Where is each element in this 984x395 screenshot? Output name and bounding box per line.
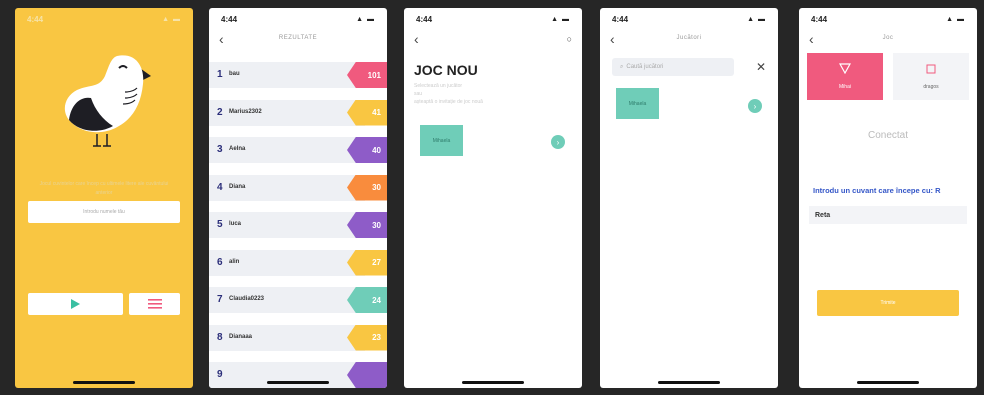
back-arrow-icon[interactable]: ‹ bbox=[414, 32, 419, 46]
status-icons: ▲ ▬ bbox=[946, 15, 965, 23]
square-icon bbox=[926, 64, 936, 73]
search-icon[interactable]: ○ bbox=[567, 34, 572, 44]
arrow-icon[interactable]: › bbox=[551, 135, 565, 149]
nav-bar: ‹ Joc bbox=[799, 32, 977, 48]
result-row: 6 alin 27 bbox=[209, 249, 387, 276]
tagline: Jocul cuvintelor care încep cu ultimele … bbox=[39, 181, 169, 196]
home-indicator bbox=[857, 381, 919, 384]
instruction-line: așteaptă o invitație de joc nouă bbox=[414, 99, 483, 105]
status-time: 4:44 bbox=[27, 14, 44, 24]
player-name: Aelna bbox=[229, 146, 246, 152]
result-row: 4 Diana 30 bbox=[209, 174, 387, 201]
player-name: alin bbox=[229, 258, 240, 265]
game-screen: 4:44 ▲ ▬ ‹ Joc Mihai dragos Conectat Int… bbox=[799, 8, 977, 388]
rank-number: 4 bbox=[217, 181, 223, 193]
menu-button[interactable] bbox=[129, 293, 180, 315]
rank-number: 5 bbox=[217, 219, 223, 230]
player-card[interactable]: Mihaela bbox=[420, 125, 463, 156]
menu-icon bbox=[147, 299, 162, 309]
connection-status: Conectat bbox=[867, 130, 909, 141]
result-row: 1 bau 101 bbox=[209, 62, 387, 88]
instructions: Selectează un jucător sau așteaptă o inv… bbox=[414, 82, 483, 106]
results-screen: 4:44 ▲ ▬ ‹ REZULTATE 1 bau 101 2 Marius2302 4… bbox=[209, 8, 387, 388]
result-row: 5 luca 30 bbox=[209, 212, 387, 238]
rank-number: 3 bbox=[217, 144, 223, 155]
screen-title: Joc bbox=[882, 35, 894, 41]
status-bar: 4:44 ▲ ▬ bbox=[27, 14, 181, 24]
row-bg bbox=[209, 362, 365, 388]
bird-logo bbox=[64, 55, 151, 147]
new-game-screen: 4:44 ▲ ▬ ‹ ○ JOC NOU Selectează un jucăt… bbox=[404, 8, 582, 388]
rank-number: 1 bbox=[217, 69, 223, 80]
player-name: bau bbox=[229, 71, 240, 77]
search-icon: ⌕ bbox=[620, 63, 624, 70]
screen-title: Jucători bbox=[676, 35, 702, 41]
status-bar: 4:44 ▲ ▬ bbox=[612, 14, 766, 24]
nav-bar: ‹ REZULTATE bbox=[209, 32, 387, 48]
home-screen: 4:44 ▲ ▬ Jocul cuvintelor care încep cu … bbox=[15, 8, 193, 388]
result-row: 9 bbox=[209, 362, 387, 388]
word-input[interactable]: Reta bbox=[809, 206, 967, 224]
status-icons: ▲ ▬ bbox=[551, 15, 570, 23]
player-a-card[interactable]: Mihai bbox=[807, 53, 883, 100]
instruction-line: Selectează un jucător bbox=[414, 83, 463, 89]
search-placeholder: Caută jucători bbox=[626, 64, 664, 70]
status-time: 4:44 bbox=[221, 14, 238, 24]
page-title: JOC NOU bbox=[414, 62, 478, 78]
player-name: luca bbox=[229, 221, 242, 227]
triangle-icon bbox=[839, 63, 851, 74]
result-row: 2 Marius2302 41 bbox=[209, 99, 387, 126]
status-icons: ▲ ▬ bbox=[162, 15, 181, 23]
status-bar: 4:44 ▲ ▬ bbox=[811, 14, 965, 24]
word-prompt: Introdu un cuvant care începe cu: R bbox=[813, 186, 941, 195]
player-card[interactable]: Mihaela bbox=[616, 88, 659, 119]
nav-bar: ‹ ○ bbox=[404, 32, 582, 48]
status-time: 4:44 bbox=[416, 14, 433, 24]
result-row: 8 Dianaaa 23 bbox=[209, 324, 387, 351]
status-bar: 4:44 ▲ ▬ bbox=[416, 14, 570, 24]
result-row: 7 Claudia0223 24 bbox=[209, 287, 387, 313]
rank-number: 7 bbox=[217, 294, 223, 305]
status-bar: 4:44 ▲ ▬ bbox=[221, 14, 375, 24]
rank-number: 9 bbox=[217, 369, 223, 380]
status-icons: ▲ ▬ bbox=[356, 15, 375, 23]
rank-number: 8 bbox=[217, 331, 223, 343]
instruction-line: sau bbox=[414, 91, 423, 97]
status-time: 4:44 bbox=[811, 14, 828, 24]
player-name: Claudia0223 bbox=[229, 296, 265, 302]
screen-title: REZULTATE bbox=[278, 35, 318, 41]
rank-number: 6 bbox=[217, 256, 223, 268]
search-input[interactable]: ⌕ Caută jucători bbox=[612, 58, 734, 76]
player-b-label: dragos bbox=[923, 83, 939, 90]
player-name: Dianaaa bbox=[229, 333, 253, 340]
play-button[interactable] bbox=[28, 293, 123, 315]
name-input[interactable]: Introdu numele tău bbox=[28, 201, 180, 223]
player-name: Diana bbox=[229, 183, 246, 190]
close-icon[interactable]: ✕ bbox=[756, 60, 766, 74]
home-indicator bbox=[658, 381, 720, 384]
player-b-card[interactable]: dragos bbox=[893, 53, 969, 100]
submit-button[interactable]: Trimite bbox=[817, 290, 959, 316]
status-icons: ▲ ▬ bbox=[747, 15, 766, 23]
result-row: 3 Aelna 40 bbox=[209, 137, 387, 163]
player-search-screen: 4:44 ▲ ▬ ‹ Jucători ⌕ Caută jucători ✕ M… bbox=[600, 8, 778, 388]
player-name: Marius2302 bbox=[229, 108, 262, 115]
rank-number: 2 bbox=[217, 106, 223, 118]
play-icon bbox=[71, 299, 80, 309]
player-a-label: Mihai bbox=[839, 84, 851, 90]
home-indicator bbox=[267, 381, 329, 384]
status-time: 4:44 bbox=[612, 14, 629, 24]
arrow-icon[interactable]: › bbox=[748, 99, 762, 113]
home-indicator bbox=[462, 381, 524, 384]
home-indicator bbox=[73, 381, 135, 384]
nav-bar: ‹ Jucători bbox=[600, 32, 778, 48]
